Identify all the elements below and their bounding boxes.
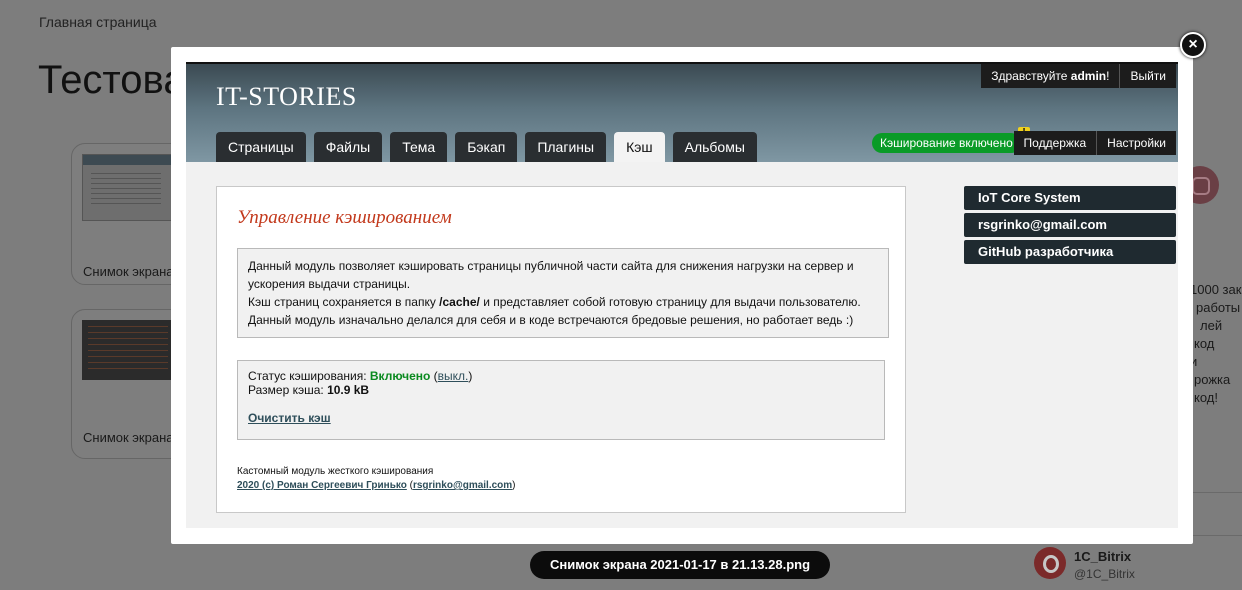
panel-title: Управление кэшированием: [237, 207, 452, 228]
screenshot-content: IT-STORIES Здравствуйте admin! Выйти Стр…: [186, 62, 1178, 528]
lightbox-modal: IT-STORIES Здравствуйте admin! Выйти Стр…: [171, 47, 1193, 544]
site-header: IT-STORIES Здравствуйте admin! Выйти Стр…: [186, 62, 1178, 162]
image-card-label: Снимок экрана: [83, 430, 174, 445]
sidebar-links: IoT Core System rsgrinko@gmail.com GitHu…: [964, 186, 1176, 267]
side-text: работы: [1196, 300, 1241, 315]
description-line: Кэш страниц сохраняется в папку /cache/ …: [248, 295, 861, 309]
tab-files[interactable]: Файлы: [313, 132, 383, 162]
description-line: Данный модуль изначально делался для себ…: [248, 313, 854, 327]
logout-link[interactable]: Выйти: [1120, 64, 1176, 88]
tab-plugins[interactable]: Плагины: [525, 132, 607, 162]
clear-cache-link[interactable]: Очистить кэш: [248, 411, 331, 425]
cache-status-box: Статус кэширования: Включено (выкл.) Раз…: [237, 360, 885, 440]
tab-cache[interactable]: Кэш: [614, 132, 665, 162]
settings-link[interactable]: Настройки: [1097, 131, 1176, 155]
sidebar-link-email[interactable]: rsgrinko@gmail.com: [964, 213, 1176, 237]
tab-backup[interactable]: Бэкап: [455, 132, 518, 162]
admin-tabs: Страницы Файлы Тема Бэкап Плагины Кэш Ал…: [216, 132, 765, 162]
cache-status-badge: Кэширование включено: [872, 133, 1021, 153]
admin-menu: Поддержка Настройки: [1013, 131, 1176, 155]
author-email-link[interactable]: rsgrinko@gmail.com: [413, 480, 512, 491]
image-thumbnail[interactable]: [82, 320, 174, 380]
footer-text: Кастомный модуль жесткого кэширования: [237, 466, 434, 477]
side-text: код: [1194, 336, 1215, 351]
bitrix-logo-icon[interactable]: [1034, 547, 1066, 579]
tab-pages[interactable]: Страницы: [216, 132, 306, 162]
side-text: лей: [1200, 318, 1223, 333]
cache-status-line: Статус кэширования: Включено (выкл.): [248, 369, 473, 383]
site-logo[interactable]: IT-STORIES: [216, 82, 357, 112]
cache-status-value: Включено: [369, 369, 431, 383]
cache-size-line: Размер кэша: 10.9 kB: [248, 383, 370, 397]
support-link[interactable]: Поддержка: [1014, 131, 1097, 155]
side-text: рожка: [1194, 372, 1231, 387]
image-thumbnail[interactable]: [82, 154, 176, 221]
bitrix-name[interactable]: 1C_Bitrix: [1074, 549, 1131, 564]
sidebar-link-github[interactable]: GitHub разработчика: [964, 240, 1176, 264]
module-footer: Кастомный модуль жесткого кэширования 20…: [237, 466, 516, 491]
module-description: Данный модуль позволяет кэшировать стран…: [237, 248, 889, 338]
cache-size-value: 10.9 kB: [327, 383, 370, 397]
image-card-label: Снимок экрана: [83, 264, 174, 279]
image-caption: Снимок экрана 2021-01-17 в 21.13.28.png: [530, 551, 831, 579]
description-line: Данный модуль позволяет кэшировать стран…: [248, 259, 854, 291]
sidebar-link-iot[interactable]: IoT Core System: [964, 186, 1176, 210]
close-icon[interactable]: ×: [1180, 32, 1206, 58]
user-bar: Здравствуйте admin! Выйти: [981, 64, 1176, 88]
cache-panel: Управление кэшированием Данный модуль по…: [216, 186, 906, 513]
breadcrumb[interactable]: Главная страница: [39, 14, 157, 30]
tab-albums[interactable]: Альбомы: [672, 132, 757, 162]
author-link[interactable]: 2020 (c) Роман Сергеевич Гринько: [237, 480, 407, 491]
page-title: Тестова: [38, 58, 186, 102]
bitrix-handle: @1C_Bitrix: [1074, 567, 1135, 581]
side-text: 1000 зака: [1190, 282, 1242, 297]
greeting: Здравствуйте admin!: [991, 69, 1110, 83]
cache-disable-link[interactable]: выкл.: [438, 369, 469, 383]
side-text: код!: [1194, 390, 1218, 405]
tab-theme[interactable]: Тема: [390, 132, 448, 162]
